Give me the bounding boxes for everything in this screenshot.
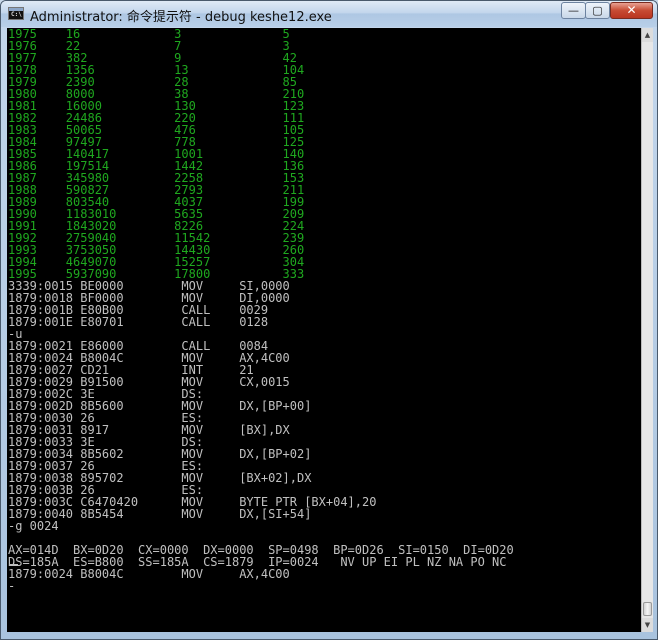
debug-line: 1879:0024 B8004C MOV AX,4C00 bbox=[8, 567, 290, 581]
console-output[interactable]: 1975 16 3 5 1976 22 7 3 1977 382 9 42 1978 … bbox=[7, 28, 641, 632]
scroll-up-icon[interactable]: ▲ bbox=[642, 28, 653, 42]
window-title: Administrator: 命令提示符 - debug keshe12.exe bbox=[30, 10, 332, 25]
console-window: C:\ Administrator: 命令提示符 - debug keshe12… bbox=[0, 0, 658, 640]
text-cursor bbox=[10, 564, 18, 566]
debug-line: -g 0024 bbox=[8, 519, 59, 533]
minimize-button[interactable]: — bbox=[561, 2, 586, 19]
maximize-button[interactable]: ▢ bbox=[585, 2, 610, 19]
scroll-down-icon[interactable]: ▼ bbox=[642, 618, 653, 632]
cmd-icon[interactable]: C:\ bbox=[8, 7, 24, 20]
vertical-scrollbar[interactable]: ▲ ▼ bbox=[641, 28, 653, 632]
title-bar[interactable]: C:\ Administrator: 命令提示符 - debug keshe12… bbox=[1, 1, 657, 27]
debug-line: - bbox=[8, 579, 16, 593]
maximize-icon: ▢ bbox=[592, 4, 603, 17]
scrollbar-thumb[interactable] bbox=[643, 602, 652, 616]
minimize-icon: — bbox=[568, 4, 579, 17]
debug-line: 1879:001E E80701 CALL 0128 bbox=[8, 315, 269, 329]
close-icon: ✕ bbox=[626, 3, 637, 17]
close-button[interactable]: ✕ bbox=[610, 2, 653, 19]
